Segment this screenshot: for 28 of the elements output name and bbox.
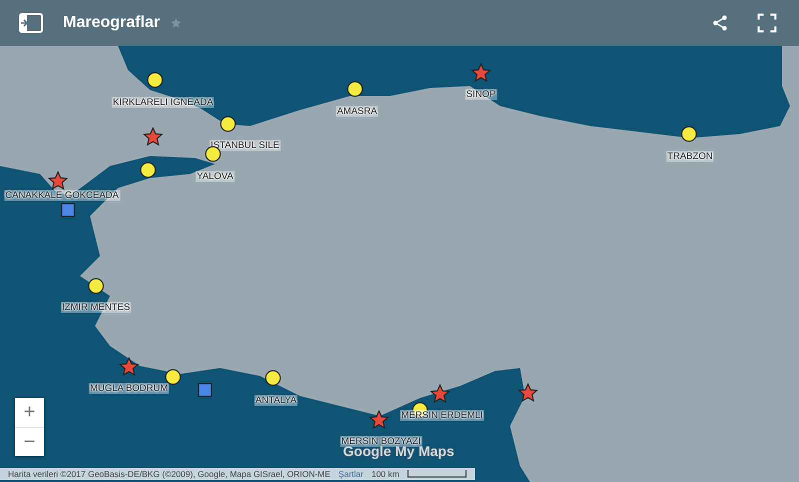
marker-label: MERSIN ERDEMLI (400, 410, 484, 421)
marker-label: MERSIN BOZYAZI (340, 436, 422, 447)
star-marker-icon[interactable] (369, 410, 389, 430)
marker-label: MUGLA BODRUM (88, 383, 170, 394)
star-marker-icon[interactable] (518, 383, 538, 403)
attribution-text: Harita verileri ©2017 GeoBasis-DE/BKG (©2009), Google, Mapa GISrael, ORION-ME (8, 469, 330, 479)
fullscreen-icon[interactable] (757, 13, 777, 33)
zoom-in-button[interactable]: + (15, 398, 44, 427)
star-marker-icon[interactable] (48, 171, 68, 191)
star-marker-icon[interactable] (471, 63, 491, 83)
marker-label: AMASRA (336, 106, 378, 117)
sidebar-toggle-icon[interactable] (19, 13, 43, 33)
marker-label: IZMIR MENTES (60, 302, 132, 313)
scale-label: 100 km (371, 469, 400, 479)
marker-label: SINOP (465, 89, 497, 100)
zoom-out-button[interactable]: − (15, 427, 44, 456)
marker-label: YALOVA (196, 171, 234, 182)
square-marker-icon[interactable] (61, 203, 75, 217)
star-icon[interactable] (170, 17, 182, 29)
star-marker-icon[interactable] (143, 127, 163, 147)
terms-link[interactable]: Şartlar (338, 469, 364, 479)
marker-label: ANTALYA (254, 395, 298, 406)
scale-bar-icon (407, 470, 468, 478)
map-title: Mareograflar (63, 14, 160, 32)
star-marker-icon[interactable] (430, 384, 450, 404)
square-marker-icon[interactable] (198, 383, 212, 397)
star-marker-icon[interactable] (119, 357, 139, 377)
share-icon[interactable] (711, 14, 729, 32)
